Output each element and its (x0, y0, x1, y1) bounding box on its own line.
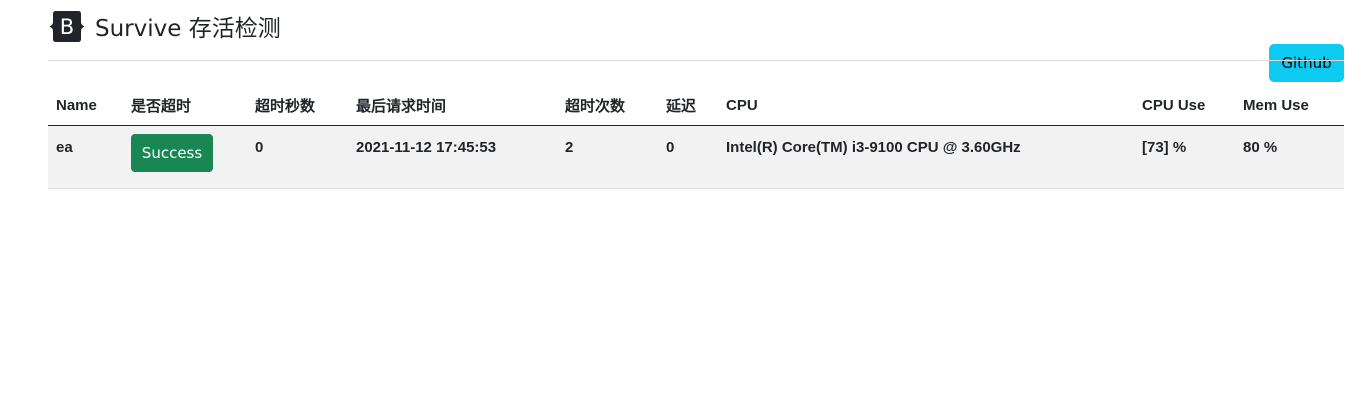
cell-last-request-text: 2021-11-12 17:45:53 (356, 139, 497, 156)
cell-name: ea (48, 125, 123, 189)
page: B Survive 存活检测 Github Name 是否超时 超时秒数 最后请… (0, 0, 1363, 400)
table-row: ea Success 0 2021-11-12 17:45:53 2 0 Int… (48, 125, 1344, 189)
column-header-timeout-seconds: 超时秒数 (247, 86, 348, 126)
column-header-cpu: CPU (718, 86, 1134, 126)
cell-name-text: ea (56, 139, 73, 156)
column-header-cpu-use: CPU Use (1134, 86, 1235, 126)
status-table: Name 是否超时 超时秒数 最后请求时间 超时次数 延迟 CPU CPU Us… (48, 86, 1344, 189)
cell-cpu-use: [73] % (1134, 125, 1235, 189)
cell-timeout-count: 2 (557, 125, 658, 189)
cell-cpu-text: Intel(R) Core(TM) i3-9100 CPU @ 3.60GHz (726, 139, 1021, 156)
cell-timeout-seconds-text: 0 (255, 139, 264, 156)
cell-timeout-count-text: 2 (565, 139, 574, 156)
column-header-mem-use: Mem Use (1235, 86, 1344, 126)
header-divider (48, 60, 1344, 61)
column-header-latency: 延迟 (658, 86, 718, 126)
cell-mem-use: 80 % (1235, 125, 1344, 189)
success-status-button[interactable]: Success (131, 134, 213, 172)
cell-mem-use-text: 80 % (1243, 139, 1278, 156)
cell-cpu: Intel(R) Core(TM) i3-9100 CPU @ 3.60GHz (718, 125, 1134, 189)
cell-last-request: 2021-11-12 17:45:53 (348, 125, 557, 189)
github-button[interactable]: Github (1269, 44, 1344, 82)
column-header-name: Name (48, 86, 123, 126)
cell-latency-text: 0 (666, 139, 675, 156)
logo-letter: B (60, 15, 74, 39)
page-title: Survive 存活检测 (95, 16, 281, 42)
table-header-row: Name 是否超时 超时秒数 最后请求时间 超时次数 延迟 CPU CPU Us… (48, 86, 1344, 126)
column-header-timeout-count: 超时次数 (557, 86, 658, 126)
cell-timeout-seconds: 0 (247, 125, 348, 189)
bootstrap-logo-icon: B (49, 10, 85, 42)
column-header-timeout-status: 是否超时 (123, 86, 247, 126)
column-header-last-request: 最后请求时间 (348, 86, 557, 126)
cell-latency: 0 (658, 125, 718, 189)
cell-status: Success (123, 125, 247, 189)
app-header: B Survive 存活检测 (48, 9, 281, 43)
cell-cpu-use-text: [73] % (1142, 139, 1187, 156)
